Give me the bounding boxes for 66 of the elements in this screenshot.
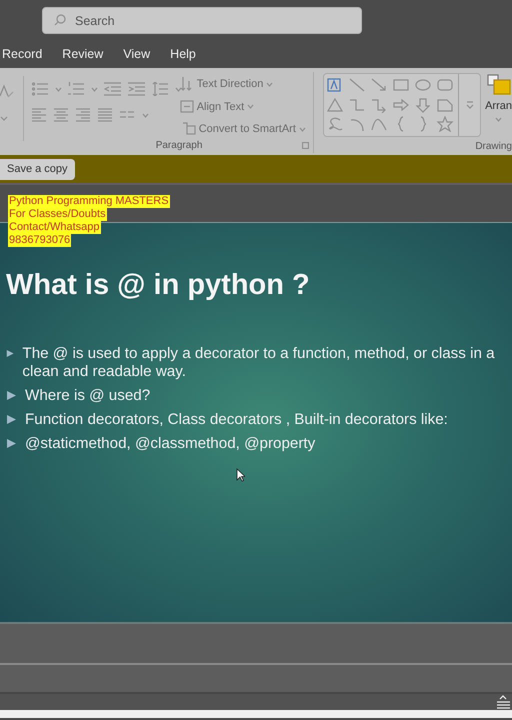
bullet-text: Function decorators, Class decorators , Built-in decorators like:	[25, 411, 448, 429]
menu-tab[interactable]: Review	[62, 44, 104, 64]
caret-icon[interactable]	[90, 86, 98, 92]
decrease-indent-icon[interactable]	[104, 82, 122, 96]
caret-icon[interactable]	[54, 86, 62, 92]
dialog-launcher-icon[interactable]	[302, 142, 310, 149]
arrow-icon[interactable]	[370, 77, 388, 93]
flowchart-icon[interactable]	[436, 96, 454, 113]
connector-icon[interactable]	[348, 96, 366, 113]
caret-icon	[247, 104, 254, 110]
rectangle-icon[interactable]	[392, 77, 410, 93]
cursor-icon	[236, 468, 245, 482]
overlay-text: Contact/Whatsapp	[8, 221, 100, 234]
star-icon[interactable]	[436, 116, 454, 132]
align-text-icon	[180, 100, 194, 114]
search-icon	[54, 14, 66, 26]
search-field[interactable]: Search	[42, 7, 362, 34]
save-a-copy-button[interactable]: Save a copy	[0, 158, 75, 180]
smartart-icon	[182, 122, 196, 136]
increase-indent-icon[interactable]	[128, 82, 146, 96]
connector-arrow-icon[interactable]	[370, 96, 388, 113]
group-label: Drawing	[475, 140, 512, 154]
bullet-text: Where is @ used?	[25, 387, 150, 405]
block-arrow-icon[interactable]	[392, 96, 410, 113]
slide-title: What is @ in python ?	[6, 268, 311, 303]
overlay-text: For Classes/Doubts	[8, 208, 107, 221]
shapes-gallery[interactable]	[323, 73, 482, 137]
align-center-icon[interactable]	[54, 108, 68, 122]
bullet-icon	[6, 390, 17, 401]
bullet-icon	[6, 348, 14, 359]
bullet-icon	[6, 414, 17, 425]
caret-icon[interactable]	[495, 116, 502, 122]
menu-tab[interactable]: Record	[2, 44, 42, 64]
justify-icon[interactable]	[98, 108, 112, 122]
overlay-text: Python Programming MASTERS	[8, 195, 170, 208]
down-arrow-icon[interactable]	[414, 96, 432, 113]
align-right-icon[interactable]	[76, 108, 90, 122]
bullet-text: @staticmethod, @classmethod, @property	[25, 435, 316, 453]
oval-icon[interactable]	[414, 77, 432, 93]
group-label: Paragraph	[156, 139, 202, 153]
notes-toggle-icon[interactable]	[496, 695, 510, 709]
more-icon[interactable]	[466, 101, 474, 109]
overlay-text: 9836793076	[8, 234, 72, 247]
bullet-text: The @ is used to apply a decorator to a function, method, or class in a clean and readable way.	[22, 345, 496, 381]
bullets-icon[interactable]	[32, 82, 49, 96]
curve-icon[interactable]	[370, 116, 388, 132]
freeform-icon[interactable]	[326, 116, 344, 132]
rounded-rectangle-icon[interactable]	[436, 77, 454, 93]
triangle-icon[interactable]	[326, 96, 344, 113]
line-icon[interactable]	[348, 77, 366, 93]
text-direction-icon	[180, 77, 194, 92]
caret-icon[interactable]	[174, 86, 182, 92]
caret-icon	[266, 82, 274, 87]
arrange-icon[interactable]	[486, 74, 511, 96]
align-left-icon[interactable]	[32, 108, 46, 122]
bullet-icon	[6, 438, 17, 449]
caret-icon[interactable]	[142, 112, 149, 118]
caret-icon	[298, 126, 306, 132]
menu-tab[interactable]: View	[123, 44, 150, 64]
menu-tab[interactable]: Help	[170, 44, 196, 64]
arrange-label[interactable]: Arran	[485, 98, 512, 114]
notes-pane[interactable]	[0, 622, 512, 665]
numbering-icon[interactable]	[68, 82, 85, 96]
caret-icon[interactable]	[0, 116, 8, 122]
line-spacing-icon[interactable]	[152, 82, 169, 96]
columns-icon[interactable]	[120, 110, 134, 120]
